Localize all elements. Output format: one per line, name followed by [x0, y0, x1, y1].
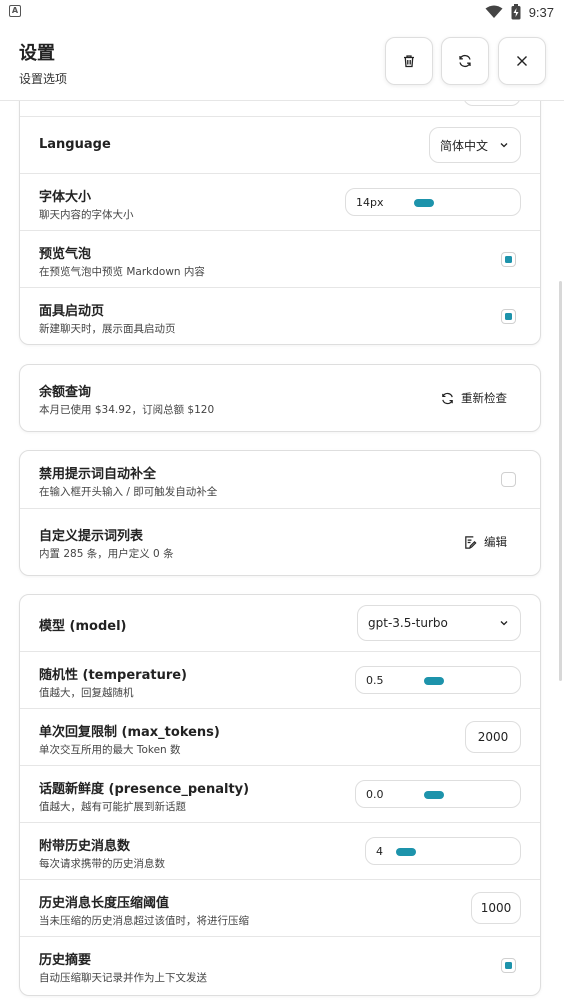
preview-bubble-row: 预览气泡 在预览气泡中预览 Markdown 内容	[20, 231, 540, 288]
status-bar: A 9:37	[0, 0, 564, 24]
slider-thumb[interactable]	[396, 848, 416, 856]
preview-bubble-label: 预览气泡	[39, 247, 92, 262]
temperature-description: 值越大，回复越随机	[39, 687, 134, 699]
temperature-row: 随机性 (temperature) 值越大，回复越随机 0.5	[20, 652, 540, 709]
history-count-slider[interactable]: 4	[365, 837, 521, 865]
scrollbar[interactable]	[559, 281, 562, 681]
history-summary-label: 历史摘要	[39, 953, 92, 968]
page-subtitle: 设置选项	[19, 72, 68, 86]
general-settings-card: Language 简体中文 字体大小 聊天内容的字体大小 14px 预览气泡 在…	[19, 101, 541, 345]
preview-bubble-checkbox[interactable]	[501, 252, 516, 267]
presence-penalty-label: 话题新鲜度 (presence_penalty)	[39, 782, 250, 797]
edit-icon	[465, 535, 477, 549]
edit-prompts-button[interactable]: 编辑	[449, 524, 521, 560]
model-label: 模型 (model)	[39, 619, 127, 634]
presence-penalty-slider[interactable]: 0.0	[355, 780, 521, 808]
usage-description: 本月已使用 $34.92，订阅总额 $120	[39, 404, 215, 416]
usage-row: 余额查询 本月已使用 $34.92，订阅总额 $120 重新检查	[20, 365, 540, 431]
compress-threshold-input[interactable]: 1000	[471, 892, 521, 924]
checkbox-checked-mark	[505, 962, 512, 969]
language-label: Language	[39, 137, 111, 152]
slider-thumb[interactable]	[424, 677, 444, 685]
edit-label: 编辑	[484, 535, 507, 549]
custom-prompts-description: 内置 285 条，用户定义 0 条	[39, 548, 174, 560]
checkbox-checked-mark	[505, 313, 512, 320]
preview-bubble-description: 在预览气泡中预览 Markdown 内容	[39, 266, 205, 278]
max-tokens-description: 单次交互所用的最大 Token 数	[39, 744, 181, 756]
custom-prompts-label: 自定义提示词列表	[39, 529, 144, 544]
model-row: 模型 (model) gpt-3.5-turbo	[20, 595, 540, 652]
temperature-label: 随机性 (temperature)	[39, 668, 187, 683]
chevron-down-icon	[500, 621, 508, 626]
partial-control[interactable]	[463, 101, 521, 106]
usage-label: 余额查询	[39, 385, 92, 400]
disable-autocomplete-checkbox[interactable]	[501, 472, 516, 487]
reset-button[interactable]	[441, 37, 489, 85]
language-select[interactable]: 简体中文	[429, 127, 521, 163]
mask-launcher-label: 面具启动页	[39, 304, 105, 319]
font-size-slider[interactable]: 14px	[345, 188, 521, 216]
app-indicator-icon: A	[9, 5, 21, 17]
reset-icon	[442, 392, 453, 404]
custom-prompts-row: 自定义提示词列表 内置 285 条，用户定义 0 条 编辑	[20, 509, 540, 575]
chevron-down-icon	[500, 143, 508, 148]
settings-row-partial	[20, 101, 540, 117]
language-value: 简体中文	[440, 138, 489, 153]
status-time: 9:37	[528, 4, 554, 20]
history-count-row: 附带历史消息数 每次请求携带的历史消息数 4	[20, 823, 540, 880]
recheck-label: 重新检查	[461, 391, 507, 405]
checkbox-checked-mark	[505, 256, 512, 263]
battery-icon	[511, 4, 521, 20]
disable-autocomplete-row: 禁用提示词自动补全 在输入框开头输入 / 即可触发自动补全	[20, 451, 540, 509]
compress-threshold-row: 历史消息长度压缩阈值 当未压缩的历史消息超过该值时，将进行压缩 1000	[20, 880, 540, 937]
history-count-description: 每次请求携带的历史消息数	[39, 858, 165, 870]
delete-icon	[404, 55, 414, 68]
language-row: Language 简体中文	[20, 117, 540, 174]
temperature-value: 0.5	[366, 674, 384, 687]
presence-penalty-description: 值越大，越有可能扩展到新话题	[39, 801, 186, 813]
presence-penalty-value: 0.0	[366, 788, 384, 801]
font-size-label: 字体大小	[39, 190, 92, 205]
history-count-label: 附带历史消息数	[39, 839, 131, 854]
settings-header: 设置 设置选项	[0, 24, 564, 101]
model-select[interactable]: gpt-3.5-turbo	[357, 605, 521, 641]
slider-thumb[interactable]	[414, 199, 434, 207]
close-button[interactable]	[498, 37, 546, 85]
settings-scroll-area[interactable]: Language 简体中文 字体大小 聊天内容的字体大小 14px 预览气泡 在…	[0, 101, 564, 1002]
reset-icon	[459, 54, 471, 68]
max-tokens-label: 单次回复限制 (max_tokens)	[39, 725, 220, 740]
recheck-button[interactable]: 重新检查	[426, 380, 521, 416]
history-summary-description: 自动压缩聊天记录并作为上下文发送	[39, 972, 207, 984]
compress-threshold-description: 当未压缩的历史消息超过该值时，将进行压缩	[39, 915, 249, 927]
history-summary-row: 历史摘要 自动压缩聊天记录并作为上下文发送	[20, 937, 540, 995]
mask-launcher-row: 面具启动页 新建聊天时，展示面具启动页	[20, 288, 540, 344]
font-size-row: 字体大小 聊天内容的字体大小 14px	[20, 174, 540, 231]
model-value: gpt-3.5-turbo	[368, 616, 448, 630]
history-summary-checkbox[interactable]	[501, 958, 516, 973]
clear-all-button[interactable]	[385, 37, 433, 85]
usage-card: 余额查询 本月已使用 $34.92，订阅总额 $120 重新检查	[19, 364, 541, 432]
history-count-value: 4	[376, 845, 383, 858]
font-size-value: 14px	[356, 196, 384, 209]
max-tokens-row: 单次回复限制 (max_tokens) 单次交互所用的最大 Token 数 20…	[20, 709, 540, 766]
temperature-slider[interactable]: 0.5	[355, 666, 521, 694]
max-tokens-input[interactable]: 2000	[465, 721, 521, 753]
mask-launcher-checkbox[interactable]	[501, 309, 516, 324]
slider-thumb[interactable]	[424, 791, 444, 799]
page-title: 设置	[19, 43, 55, 64]
wifi-icon	[485, 5, 503, 18]
mask-launcher-description: 新建聊天时，展示面具启动页	[39, 323, 176, 335]
disable-autocomplete-description: 在输入框开头输入 / 即可触发自动补全	[39, 486, 218, 498]
font-size-description: 聊天内容的字体大小	[39, 209, 134, 221]
close-icon	[517, 56, 527, 66]
compress-threshold-label: 历史消息长度压缩阈值	[39, 896, 170, 911]
disable-autocomplete-label: 禁用提示词自动补全	[39, 467, 157, 482]
prompts-card: 禁用提示词自动补全 在输入框开头输入 / 即可触发自动补全 自定义提示词列表 内…	[19, 450, 541, 576]
model-settings-card: 模型 (model) gpt-3.5-turbo 随机性 (temperatur…	[19, 594, 541, 996]
presence-penalty-row: 话题新鲜度 (presence_penalty) 值越大，越有可能扩展到新话题 …	[20, 766, 540, 823]
